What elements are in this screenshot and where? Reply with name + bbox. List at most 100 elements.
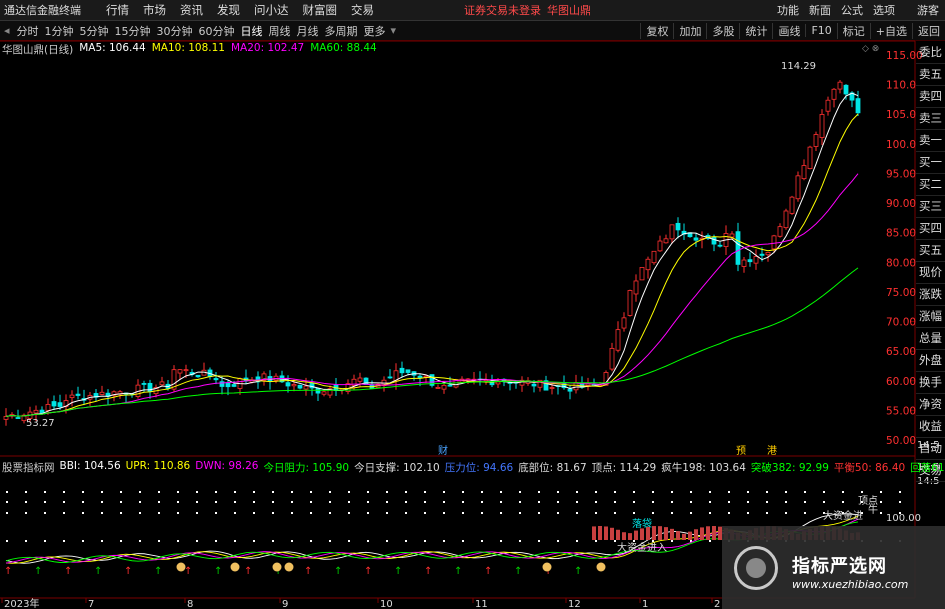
- event-harbor-marker[interactable]: 港: [767, 445, 777, 457]
- candle-body[interactable]: [807, 146, 813, 169]
- candle-body[interactable]: [531, 383, 537, 387]
- ref-dot: [690, 501, 692, 503]
- candle-body[interactable]: [3, 415, 9, 420]
- flat-label: 平衡50: 86.40: [833, 462, 906, 474]
- candle-body[interactable]: [51, 401, 57, 407]
- candle-body[interactable]: [213, 378, 219, 381]
- candle-body[interactable]: [777, 226, 783, 237]
- quote-field-14: 外盘: [916, 350, 945, 372]
- ref-dot: [728, 512, 730, 514]
- quote-panel: 委比 卖五 卖四 卖三 卖一 买一 买二 买三 买四 买五 现价 涨跌 涨幅 总量 外盘 换手 净资 收益 自动 交易: [916, 42, 945, 482]
- ref-dot: [519, 501, 521, 503]
- candle-body[interactable]: [633, 280, 639, 295]
- pullback-label: 回落618: 79.82: [910, 462, 945, 474]
- candle-body[interactable]: [621, 317, 627, 329]
- candle-body[interactable]: [831, 88, 837, 100]
- candle-body[interactable]: [423, 375, 429, 378]
- candle-body[interactable]: [627, 290, 633, 316]
- candle-body[interactable]: [447, 384, 453, 387]
- candle-body[interactable]: [747, 259, 753, 263]
- candle-body[interactable]: [855, 98, 861, 114]
- candle-body[interactable]: [57, 402, 63, 407]
- candle-body[interactable]: [75, 393, 81, 396]
- candle-body[interactable]: [669, 224, 675, 240]
- ref-dot: [25, 512, 27, 514]
- candle-body[interactable]: [837, 81, 843, 90]
- candle-body[interactable]: [741, 259, 747, 267]
- candle-body[interactable]: [195, 374, 201, 378]
- ref-dot: [63, 501, 65, 503]
- candle-body[interactable]: [225, 382, 231, 388]
- ref-dot: [196, 540, 198, 542]
- candle-body[interactable]: [405, 369, 411, 373]
- candle-body[interactable]: [675, 222, 681, 231]
- indicator-legend: 股票指标网 BBI: 104.56 UPR: 110.86 DWN: 98.26…: [2, 460, 945, 474]
- candle-body[interactable]: [783, 210, 789, 229]
- candle-body[interactable]: [177, 369, 183, 374]
- candle-body[interactable]: [297, 384, 303, 389]
- fund-bar: [634, 530, 638, 540]
- ref-dot: [576, 491, 578, 493]
- candle-body[interactable]: [435, 387, 441, 389]
- candle-body[interactable]: [495, 381, 501, 385]
- candle-body[interactable]: [321, 391, 327, 395]
- candle-body[interactable]: [819, 114, 825, 138]
- candle-body[interactable]: [663, 238, 669, 244]
- candle-body[interactable]: [615, 329, 621, 351]
- fund-bar: [670, 528, 674, 540]
- candle-body[interactable]: [735, 231, 741, 265]
- candle-body[interactable]: [303, 385, 309, 390]
- candle-body[interactable]: [441, 384, 447, 390]
- quote-field-17: 收益: [916, 416, 945, 438]
- candle-body[interactable]: [141, 383, 147, 385]
- kline-chart[interactable]: 115.00110.0105.0100.095.0090.0085.0080.0…: [0, 0, 945, 609]
- ref-dot: [25, 501, 27, 503]
- candle-body[interactable]: [159, 381, 165, 386]
- candle-body[interactable]: [813, 134, 819, 147]
- candle-body[interactable]: [795, 175, 801, 200]
- candle-body[interactable]: [399, 367, 405, 374]
- candle-body[interactable]: [651, 250, 657, 264]
- candle-body[interactable]: [417, 375, 423, 379]
- candle-body[interactable]: [759, 253, 765, 256]
- candle-body[interactable]: [771, 235, 777, 250]
- candle-body[interactable]: [387, 376, 393, 379]
- candle-body[interactable]: [183, 369, 189, 372]
- event-fin-marker[interactable]: 财: [438, 444, 448, 457]
- candle-body[interactable]: [231, 384, 237, 387]
- candle-body[interactable]: [645, 258, 651, 271]
- candle-body[interactable]: [33, 409, 39, 414]
- candle-body[interactable]: [789, 196, 795, 214]
- event-pre-marker[interactable]: 预: [736, 445, 746, 457]
- candle-body[interactable]: [291, 384, 297, 387]
- candle-body[interactable]: [711, 236, 717, 245]
- candle-body[interactable]: [357, 377, 363, 382]
- ref-dot: [196, 512, 198, 514]
- candle-body[interactable]: [549, 387, 555, 389]
- candle-body[interactable]: [69, 394, 75, 399]
- candle-body[interactable]: [843, 84, 849, 95]
- ref-dot: [272, 512, 274, 514]
- candle-body[interactable]: [567, 388, 573, 392]
- ref-dot: [766, 501, 768, 503]
- candle-body[interactable]: [99, 391, 105, 395]
- money-bag-icon: [284, 562, 294, 572]
- ref-dot: [652, 512, 654, 514]
- candle-body[interactable]: [45, 404, 51, 411]
- candle-body[interactable]: [717, 244, 723, 247]
- candle-body[interactable]: [825, 99, 831, 112]
- candle-body[interactable]: [639, 267, 645, 281]
- candle-body[interactable]: [801, 165, 807, 180]
- candle-body[interactable]: [15, 417, 21, 419]
- candle-body[interactable]: [693, 237, 699, 241]
- candle-body[interactable]: [765, 251, 771, 256]
- expand-icon[interactable]: ◇ ⊗: [862, 44, 879, 54]
- candle-body[interactable]: [657, 240, 663, 252]
- candle-body[interactable]: [285, 382, 291, 387]
- indicator-name[interactable]: 股票指标网: [2, 460, 55, 474]
- candle-body[interactable]: [729, 233, 735, 238]
- x-axis-label: 9: [282, 599, 288, 609]
- ref-dot: [709, 512, 711, 514]
- candle-body[interactable]: [753, 256, 759, 264]
- candle-body[interactable]: [609, 347, 615, 370]
